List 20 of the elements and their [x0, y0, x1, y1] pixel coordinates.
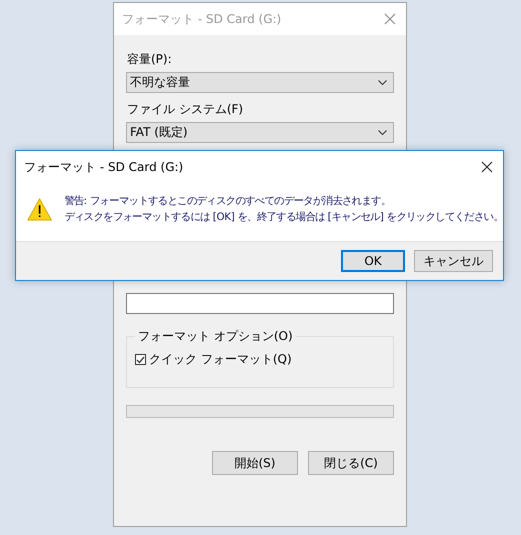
dialog-button[interactable]: OK: [341, 250, 405, 272]
dialog-button[interactable]: キャンセル: [414, 250, 493, 272]
chevron-down-icon: [378, 80, 387, 85]
dialog-button[interactable]: 開始(S): [212, 451, 298, 475]
window-title: フォーマット - SD Card (G:): [122, 10, 282, 28]
dropdown[interactable]: FAT (既定): [126, 122, 394, 143]
group-title: フォーマット オプション(O): [137, 328, 294, 345]
checkbox[interactable]: クイック フォーマット(Q): [135, 351, 385, 368]
chevron-down-icon: [378, 130, 387, 135]
field-label: 容量(P):: [127, 51, 173, 68]
checkbox-box[interactable]: [135, 354, 146, 365]
warning-message: 警告: フォーマットするとこのディスクのすべてのデータが消去されます。: [64, 194, 392, 208]
dialog-title: フォーマット - SD Card (G:): [24, 158, 184, 176]
dropdown[interactable]: 不明な容量: [126, 72, 394, 93]
input-field[interactable]: [126, 293, 394, 314]
check-icon: [136, 356, 145, 364]
dialog-button[interactable]: 閉じる(C): [308, 451, 394, 475]
close-icon[interactable]: [481, 161, 493, 173]
field-label: ファイル システム(F): [127, 101, 244, 118]
warning-message: ディスクをフォーマットするには [OK] を、終了する場合は [キャンセル] をクリックしてください。: [64, 210, 503, 224]
